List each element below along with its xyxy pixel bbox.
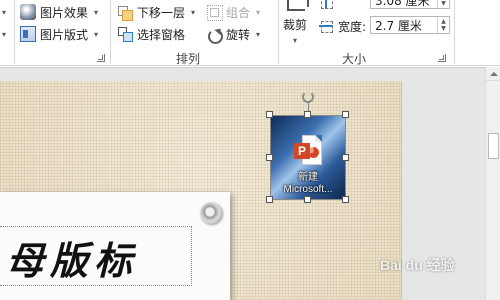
- width-value: 2.7 厘米: [375, 18, 422, 33]
- left-dropdown-1[interactable]: ▾: [0, 2, 6, 22]
- height-row: [318, 0, 356, 12]
- picture-effects-label: 图片效果: [40, 5, 89, 20]
- rotate-label: 旋转: [226, 27, 251, 42]
- group-separator: [110, 0, 111, 64]
- send-backward-label: 下移一层: [137, 5, 186, 20]
- chevron-down-icon: ▾: [94, 7, 99, 17]
- crop-dropdown[interactable]: ▾: [291, 30, 297, 50]
- group-label: 组合: [226, 5, 251, 20]
- resize-handle-bottom-left[interactable]: [266, 196, 273, 203]
- resize-handle-right[interactable]: [342, 154, 349, 161]
- selection-pane-button[interactable]: 选择窗格: [117, 24, 185, 44]
- resize-handle-top[interactable]: [304, 111, 311, 118]
- editor-top-border: [0, 67, 500, 68]
- chevron-down-icon: ▾: [256, 29, 261, 39]
- picture-layout-label: 图片版式: [40, 27, 89, 42]
- crop-icon[interactable]: [283, 0, 309, 12]
- width-label: 宽度:: [338, 19, 367, 34]
- title-card: 母版标: [0, 192, 230, 300]
- resize-handle-top-left[interactable]: [266, 111, 273, 118]
- group-objects-icon: [206, 4, 223, 21]
- slide[interactable]: 母版标 P 新建 Microsoft...: [0, 81, 402, 300]
- resize-handle-bottom-right[interactable]: [342, 196, 349, 203]
- picture-effects-button[interactable]: 图片效果 ▾: [20, 2, 98, 22]
- scroll-up-icon[interactable]: [486, 67, 500, 81]
- resize-handle-top-right[interactable]: [342, 111, 349, 118]
- picture-styles-launcher[interactable]: [97, 54, 105, 62]
- shape-width-icon: [318, 18, 334, 34]
- picture-effects-icon: [20, 4, 36, 20]
- group-separator: [278, 0, 279, 64]
- send-backward-button[interactable]: 下移一层 ▾: [117, 2, 195, 22]
- width-row: 宽度:: [318, 16, 366, 36]
- picture-layout-icon: [20, 26, 36, 42]
- height-value: 3.08 厘米: [375, 0, 430, 8]
- master-title-text[interactable]: 母版标: [6, 230, 138, 285]
- width-input[interactable]: 2.7 厘米 ▲ ▼: [370, 16, 450, 34]
- watermark-logo: Bai du 经验: [380, 257, 455, 273]
- selection-box: [270, 115, 346, 200]
- selection-pane-icon: [117, 26, 133, 42]
- group-button[interactable]: 组合 ▾: [206, 2, 260, 22]
- size-group-title: 大小: [342, 52, 367, 66]
- resize-handle-left[interactable]: [266, 154, 273, 161]
- chevron-down-icon: ▾: [94, 29, 99, 39]
- arrange-group-title: 排列: [176, 52, 201, 66]
- rotate-icon: [206, 26, 223, 44]
- height-input[interactable]: 3.08 厘米 ▲▼: [370, 0, 450, 9]
- rotate-handle-icon[interactable]: [302, 91, 314, 103]
- selection-pane-label: 选择窗格: [137, 27, 186, 42]
- group-separator: [14, 0, 15, 64]
- chevron-down-icon: ▾: [191, 7, 196, 17]
- vertical-scrollbar[interactable]: [485, 67, 500, 300]
- height-spinner[interactable]: ▲▼: [437, 0, 449, 8]
- resize-handle-bottom[interactable]: [304, 196, 311, 203]
- chevron-down-icon: ▾: [256, 7, 261, 17]
- width-spinner[interactable]: ▲ ▼: [437, 17, 449, 33]
- send-backward-icon: [117, 4, 133, 21]
- chevron-down-icon: ▾: [293, 35, 298, 45]
- ribbon: ▾ ▾ 图片效果 ▾ 图片版式 ▾ 下移一层 ▾ 选择窗格 组合 ▾ 旋转 ▾ …: [0, 0, 500, 66]
- grommet-decoration: [200, 202, 222, 224]
- shape-height-icon: [318, 0, 334, 10]
- size-group-launcher[interactable]: [438, 54, 446, 62]
- group-separator: [454, 0, 455, 64]
- picture-layout-button[interactable]: 图片版式 ▾: [20, 24, 98, 44]
- rotate-button[interactable]: 旋转 ▾: [206, 24, 260, 44]
- scrollbar-thumb[interactable]: [488, 133, 499, 159]
- left-dropdown-2[interactable]: ▾: [0, 24, 6, 44]
